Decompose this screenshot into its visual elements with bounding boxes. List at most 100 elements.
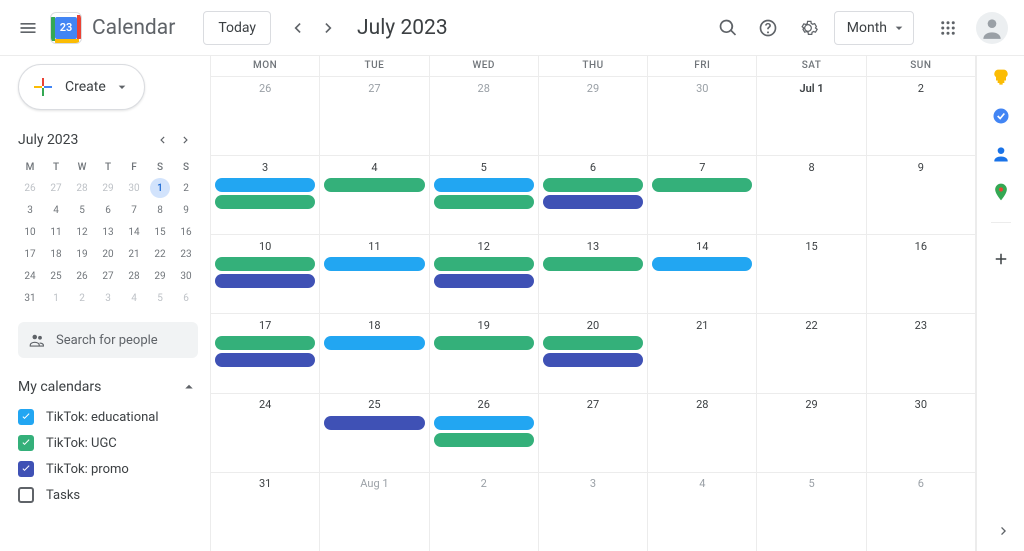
mini-day-cell[interactable]: 2 bbox=[70, 288, 94, 308]
mini-day-cell[interactable]: 5 bbox=[70, 200, 94, 220]
day-cell[interactable]: 16 bbox=[867, 235, 976, 313]
event-chip[interactable] bbox=[543, 178, 643, 192]
mini-day-cell[interactable]: 29 bbox=[96, 178, 120, 198]
mini-day-cell[interactable]: 3 bbox=[96, 288, 120, 308]
search-people-input[interactable]: Search for people bbox=[18, 322, 198, 358]
day-cell[interactable]: 4 bbox=[320, 156, 429, 234]
calendar-checkbox[interactable] bbox=[18, 487, 34, 503]
day-cell[interactable]: 9 bbox=[867, 156, 976, 234]
mini-day-cell[interactable]: 23 bbox=[174, 244, 198, 264]
tasks-addon[interactable] bbox=[991, 106, 1011, 126]
mini-day-cell[interactable]: 30 bbox=[122, 178, 146, 198]
day-cell[interactable]: 23 bbox=[867, 314, 976, 392]
event-chip[interactable] bbox=[652, 178, 752, 192]
mini-day-cell[interactable]: 26 bbox=[70, 266, 94, 286]
mini-day-cell[interactable]: 28 bbox=[70, 178, 94, 198]
mini-day-cell[interactable]: 19 bbox=[70, 244, 94, 264]
day-cell[interactable]: 10 bbox=[211, 235, 320, 313]
event-chip[interactable] bbox=[215, 195, 315, 209]
mini-day-cell[interactable]: 26 bbox=[18, 178, 42, 198]
day-cell[interactable]: 26 bbox=[430, 394, 539, 472]
day-cell[interactable]: 3 bbox=[211, 156, 320, 234]
calendar-item[interactable]: TikTok: educational bbox=[18, 404, 198, 430]
mini-day-cell[interactable]: 3 bbox=[18, 200, 42, 220]
mini-day-cell[interactable]: 30 bbox=[174, 266, 198, 286]
event-chip[interactable] bbox=[652, 257, 752, 271]
event-chip[interactable] bbox=[543, 257, 643, 271]
day-cell[interactable]: 31 bbox=[211, 473, 320, 551]
mini-day-cell[interactable]: 29 bbox=[148, 266, 172, 286]
day-cell[interactable]: 3 bbox=[539, 473, 648, 551]
mini-day-cell[interactable]: 31 bbox=[18, 288, 42, 308]
mini-day-cell[interactable]: 28 bbox=[122, 266, 146, 286]
mini-day-cell[interactable]: 9 bbox=[174, 200, 198, 220]
day-cell[interactable]: 11 bbox=[320, 235, 429, 313]
mini-day-cell[interactable]: 12 bbox=[70, 222, 94, 242]
today-button[interactable]: Today bbox=[203, 11, 271, 45]
day-cell[interactable]: 6 bbox=[539, 156, 648, 234]
day-cell[interactable]: 28 bbox=[430, 77, 539, 155]
hide-side-panel-button[interactable] bbox=[996, 523, 1012, 543]
event-chip[interactable] bbox=[434, 274, 534, 288]
mini-day-cell[interactable]: 1 bbox=[44, 288, 68, 308]
day-cell[interactable]: 18 bbox=[320, 314, 429, 392]
day-cell[interactable]: 8 bbox=[757, 156, 866, 234]
event-chip[interactable] bbox=[215, 178, 315, 192]
day-cell[interactable]: 14 bbox=[648, 235, 757, 313]
day-cell[interactable]: 27 bbox=[539, 394, 648, 472]
create-button[interactable]: Create bbox=[18, 64, 145, 110]
mini-day-cell[interactable]: 18 bbox=[44, 244, 68, 264]
next-period-button[interactable] bbox=[313, 12, 345, 44]
day-cell[interactable]: 30 bbox=[648, 77, 757, 155]
day-cell[interactable]: 13 bbox=[539, 235, 648, 313]
mini-day-cell[interactable]: 14 bbox=[122, 222, 146, 242]
event-chip[interactable] bbox=[434, 257, 534, 271]
event-chip[interactable] bbox=[324, 178, 424, 192]
day-cell[interactable]: 12 bbox=[430, 235, 539, 313]
day-cell[interactable]: 15 bbox=[757, 235, 866, 313]
day-cell[interactable]: 24 bbox=[211, 394, 320, 472]
main-menu-button[interactable] bbox=[8, 8, 48, 48]
mini-day-cell[interactable]: 20 bbox=[96, 244, 120, 264]
mini-day-cell[interactable]: 21 bbox=[122, 244, 146, 264]
mini-day-cell[interactable]: 27 bbox=[44, 178, 68, 198]
day-cell[interactable]: 21 bbox=[648, 314, 757, 392]
event-chip[interactable] bbox=[434, 433, 534, 447]
day-cell[interactable]: 2 bbox=[430, 473, 539, 551]
day-cell[interactable]: 25 bbox=[320, 394, 429, 472]
day-cell[interactable]: 5 bbox=[430, 156, 539, 234]
mini-day-cell[interactable]: 7 bbox=[122, 200, 146, 220]
mini-day-cell[interactable]: 10 bbox=[18, 222, 42, 242]
day-cell[interactable]: 30 bbox=[867, 394, 976, 472]
mini-day-cell[interactable]: 22 bbox=[148, 244, 172, 264]
day-cell[interactable]: 27 bbox=[320, 77, 429, 155]
mini-day-cell[interactable]: 4 bbox=[44, 200, 68, 220]
event-chip[interactable] bbox=[324, 336, 424, 350]
mini-day-cell[interactable]: 1 bbox=[150, 178, 170, 198]
mini-day-cell[interactable]: 8 bbox=[148, 200, 172, 220]
mini-day-cell[interactable]: 17 bbox=[18, 244, 42, 264]
day-cell[interactable]: 22 bbox=[757, 314, 866, 392]
event-chip[interactable] bbox=[434, 416, 534, 430]
account-avatar[interactable] bbox=[976, 12, 1008, 44]
mini-day-cell[interactable]: 16 bbox=[174, 222, 198, 242]
prev-period-button[interactable] bbox=[281, 12, 313, 44]
mini-day-cell[interactable]: 5 bbox=[148, 288, 172, 308]
mini-day-cell[interactable]: 6 bbox=[174, 288, 198, 308]
keep-addon[interactable] bbox=[991, 68, 1011, 88]
event-chip[interactable] bbox=[434, 336, 534, 350]
event-chip[interactable] bbox=[215, 336, 315, 350]
my-calendars-toggle[interactable]: My calendars bbox=[18, 378, 198, 396]
mini-day-cell[interactable]: 27 bbox=[96, 266, 120, 286]
calendar-checkbox[interactable] bbox=[18, 409, 34, 425]
day-cell[interactable]: 29 bbox=[539, 77, 648, 155]
search-button[interactable] bbox=[708, 8, 748, 48]
contacts-addon[interactable] bbox=[991, 144, 1011, 164]
event-chip[interactable] bbox=[434, 195, 534, 209]
apps-button[interactable] bbox=[928, 8, 968, 48]
mini-day-cell[interactable]: 6 bbox=[96, 200, 120, 220]
day-cell[interactable]: 17 bbox=[211, 314, 320, 392]
day-cell[interactable]: 6 bbox=[867, 473, 976, 551]
calendar-item[interactable]: TikTok: promo bbox=[18, 456, 198, 482]
day-cell[interactable]: 19 bbox=[430, 314, 539, 392]
